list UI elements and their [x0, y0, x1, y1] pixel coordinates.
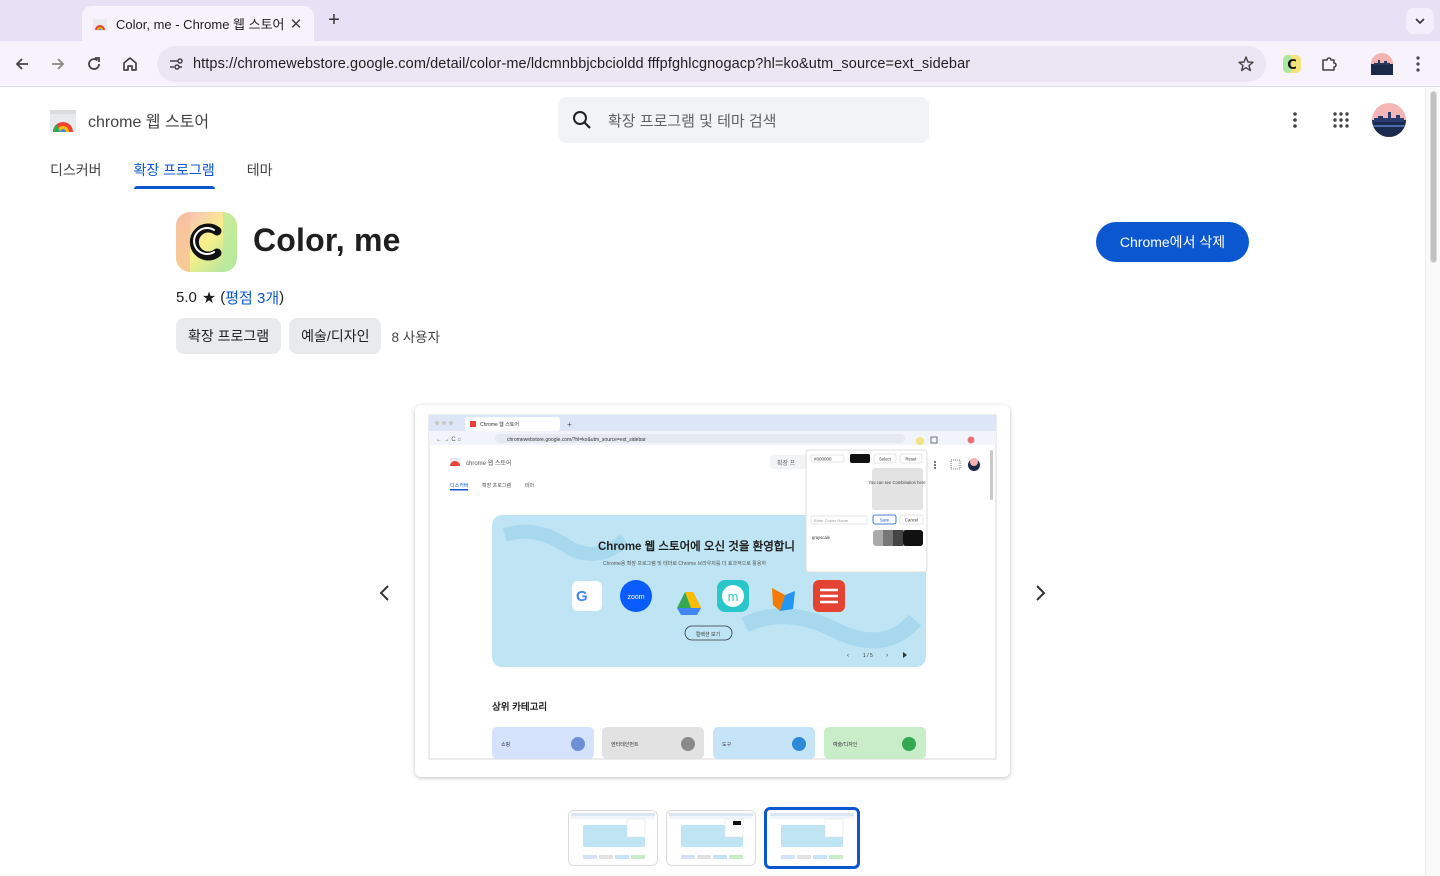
- svg-text:C: C: [1287, 58, 1297, 73]
- shot-popup-name-ph: Enter Colors Name: [814, 518, 849, 523]
- shot-hero-title: Chrome 웹 스토어에 오신 것을 환영합니: [598, 539, 795, 553]
- rating-value: 5.0: [176, 289, 197, 306]
- shot-popup-reset: Reset: [906, 457, 918, 462]
- webstore-page: chrome 웹 스토어 확장 프로그램 및 테마 검색 디스커버 확장 프로그…: [0, 88, 1425, 876]
- screenshot-main: Chrome 웹 스토어 + ← → C ⌂ chromewebstore.go…: [415, 405, 1010, 777]
- search-icon: [573, 111, 591, 129]
- app-icon: [176, 212, 237, 272]
- app-title: Color, me: [253, 222, 401, 258]
- forward-button[interactable]: [46, 52, 70, 76]
- shot-popup-preview: You can see Combination here: [868, 480, 926, 485]
- account-avatar[interactable]: [1372, 103, 1406, 137]
- shot-tab-title: Chrome 웹 스토어: [480, 421, 519, 428]
- reload-button[interactable]: [82, 52, 106, 76]
- tab-search-button[interactable]: [1406, 8, 1434, 34]
- home-icon: [123, 57, 137, 71]
- store-logo-text: chrome 웹 스토어: [88, 114, 210, 131]
- shot-popup-cancel: Cancel: [905, 518, 918, 523]
- thumbnail-2[interactable]: [666, 810, 756, 866]
- more-options-icon[interactable]: [1281, 106, 1309, 134]
- shot-popup-saved: grayscale: [812, 535, 831, 540]
- shot-url: chromewebstore.google.com/?hl=ko&utm_sou…: [507, 437, 646, 443]
- shot-hero-sub: Chrome용 확장 프로그램 및 테마로 Chrome 브라우저를 더 효과적…: [603, 560, 766, 567]
- browser-menu-icon[interactable]: [1406, 52, 1430, 76]
- shot-popup-save: Save: [880, 518, 890, 523]
- shot-m-label: m: [728, 589, 739, 604]
- close-tab-icon[interactable]: ✕: [288, 15, 304, 33]
- user-count: 8 사용자: [391, 330, 440, 345]
- svg-text:›: ›: [886, 653, 888, 659]
- browser-toolbar: https://chromewebstore.google.com/detail…: [0, 41, 1440, 87]
- tab-strip: Color, me - Chrome 웹 스토어 ✕ +: [0, 0, 1440, 41]
- tab-themes[interactable]: 테마: [247, 160, 273, 188]
- shot-zoom-label: zoom: [627, 594, 644, 601]
- shot-cat-3: 예술/디자인: [833, 741, 858, 748]
- shot-cat-0: 쇼핑: [501, 741, 510, 748]
- profile-avatar[interactable]: [1370, 52, 1394, 76]
- page-scrollbar[interactable]: [1425, 88, 1440, 876]
- rating-row: 5.0 ★ ( 평점 3개 ): [176, 287, 284, 308]
- google-apps-icon[interactable]: [1327, 106, 1355, 134]
- screenshot-thumbnails: [568, 807, 868, 869]
- tab-title: Color, me - Chrome 웹 스토어: [116, 17, 285, 32]
- tab-extensions[interactable]: 확장 프로그램: [133, 160, 215, 189]
- shot-section-title: 상위 카테고리: [492, 701, 547, 713]
- address-bar[interactable]: https://chromewebstore.google.com/detail…: [157, 46, 1266, 82]
- ratings-count-link[interactable]: 평점 3개: [225, 287, 279, 308]
- back-button[interactable]: [10, 52, 34, 76]
- arrow-right-icon: [52, 58, 65, 70]
- thumbnail-1[interactable]: [568, 810, 658, 866]
- site-info-icon[interactable]: [159, 46, 193, 82]
- url-text: https://chromewebstore.google.com/detail…: [193, 56, 971, 72]
- shot-popup-select: Select: [879, 457, 891, 462]
- remove-from-chrome-button[interactable]: Chrome에서 삭제: [1096, 222, 1249, 262]
- store-nav-tabs: 디스커버 확장 프로그램 테마: [50, 160, 304, 189]
- shot-hero-button: 컬렉션 보기: [696, 631, 720, 638]
- shot-nav-2: 테마: [525, 482, 535, 489]
- svg-text:+: +: [567, 420, 572, 429]
- thumbnail-3-selected[interactable]: [764, 807, 860, 869]
- shot-popup-hex: #000000: [814, 457, 832, 462]
- svg-text:G: G: [576, 588, 588, 605]
- star-icon: ★: [201, 289, 217, 307]
- home-button[interactable]: [118, 52, 142, 76]
- webstore-logo-icon: [50, 110, 76, 132]
- bookmark-star-icon[interactable]: [1226, 55, 1266, 73]
- search-placeholder: 확장 프로그램 및 테마 검색: [608, 112, 777, 130]
- carousel-prev-button[interactable]: [372, 581, 396, 605]
- chip-category[interactable]: 예술/디자인: [289, 318, 382, 354]
- store-logo[interactable]: chrome 웹 스토어: [48, 105, 209, 135]
- rating-close-paren: ): [279, 289, 285, 306]
- shot-nav-1: 확장 프로그램: [482, 482, 511, 489]
- shot-logo: chrome 웹 스토어: [466, 459, 511, 467]
- chip-item-type[interactable]: 확장 프로그램: [176, 318, 282, 354]
- new-tab-button[interactable]: +: [322, 9, 346, 33]
- webstore-favicon-icon: [93, 18, 107, 31]
- scrollbar-thumb[interactable]: [1430, 91, 1437, 263]
- chevron-left-icon: [379, 585, 389, 601]
- shot-cat-2: 도구: [722, 742, 732, 748]
- shot-nav-0: 디스커버: [450, 482, 468, 489]
- color-me-extension-icon[interactable]: C: [1280, 52, 1304, 76]
- carousel-next-button[interactable]: [1029, 581, 1053, 605]
- store-search-input[interactable]: 확장 프로그램 및 테마 검색: [558, 97, 929, 143]
- shot-search: 확장 프: [777, 459, 796, 467]
- extensions-puzzle-icon[interactable]: [1317, 52, 1341, 76]
- shot-cat-1: 엔터테인먼트: [611, 741, 639, 748]
- reload-icon: [88, 57, 100, 70]
- chevron-down-icon: [1415, 18, 1425, 25]
- browser-tab[interactable]: Color, me - Chrome 웹 스토어 ✕: [82, 6, 314, 41]
- tab-discover[interactable]: 디스커버: [50, 160, 102, 188]
- item-chips: 확장 프로그램 예술/디자인 8 사용자: [176, 318, 440, 354]
- svg-text:← → C ⌂: ← → C ⌂: [436, 437, 461, 443]
- shot-pager: 1 / 5: [863, 653, 873, 659]
- arrow-left-icon: [15, 58, 28, 70]
- chevron-right-icon: [1036, 585, 1046, 601]
- svg-text:‹: ‹: [847, 653, 849, 659]
